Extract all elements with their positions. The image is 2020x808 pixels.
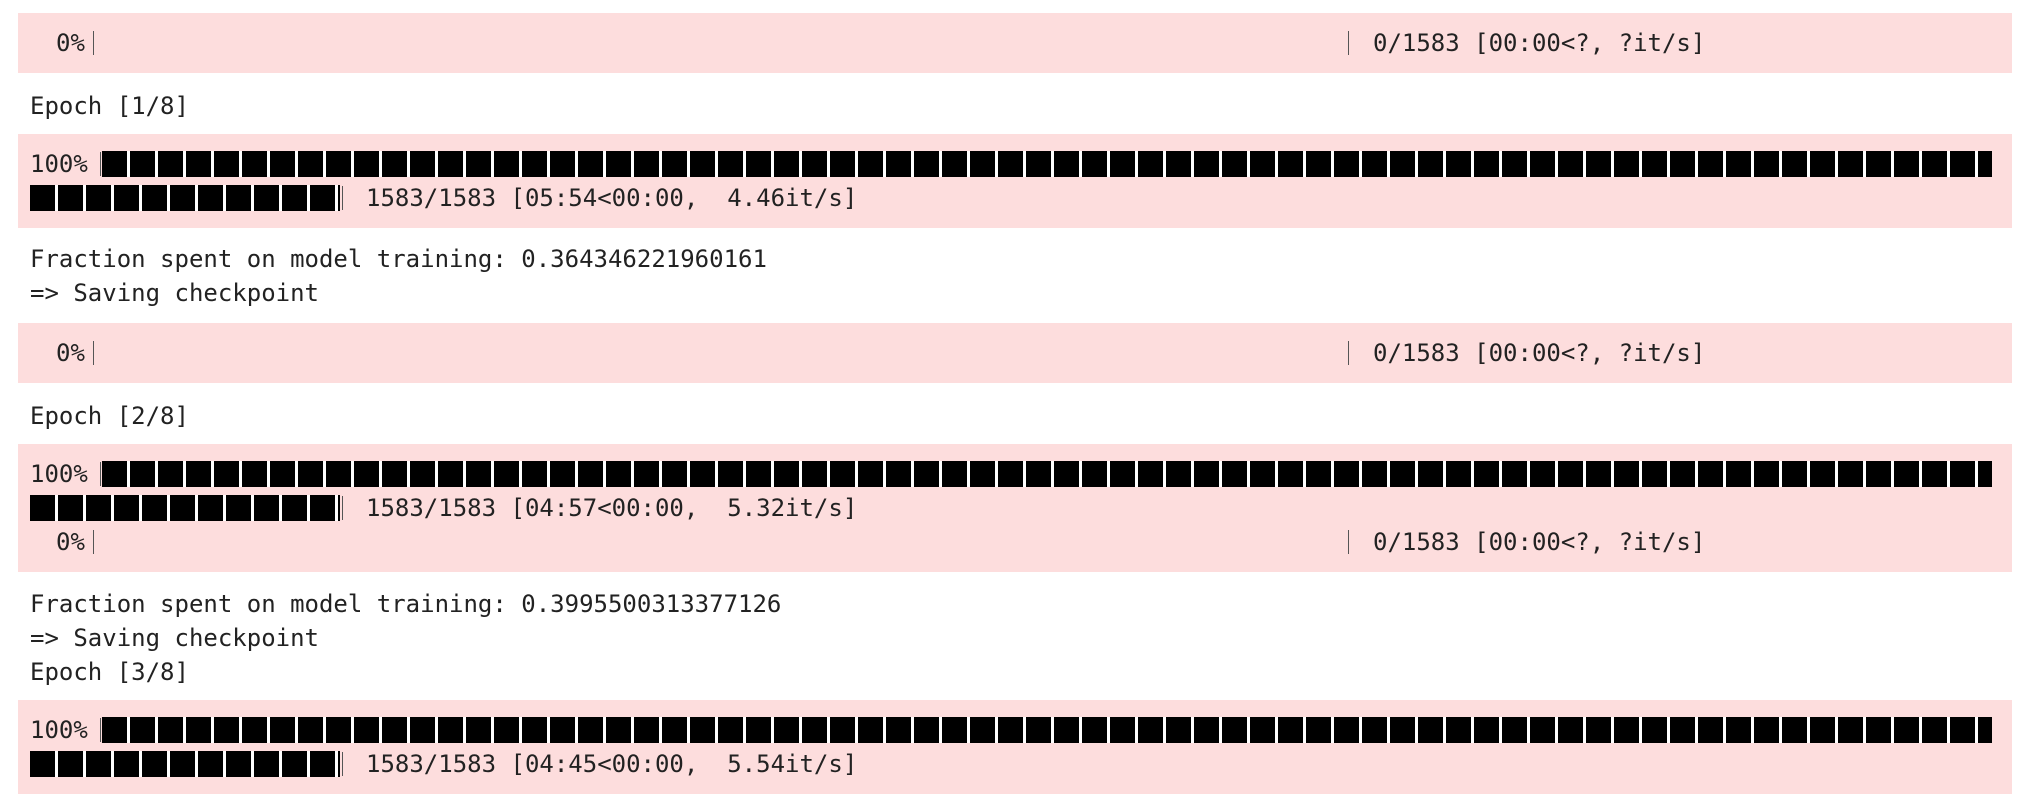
progress-bar-edge bbox=[342, 496, 343, 520]
progress-bar: 100% bbox=[18, 713, 2012, 747]
stdout-line: => Saving checkpoint bbox=[30, 624, 319, 652]
notebook-output: 0% 0/1583 [00:00<?, ?it/s] Epoch [1/8] 1… bbox=[0, 0, 2020, 808]
progress-bar-edge bbox=[100, 718, 101, 742]
stdout-line: Fraction spent on model training: 0.3643… bbox=[30, 245, 767, 273]
stderr-output: 0% 0/1583 [00:00<?, ?it/s] bbox=[18, 323, 2012, 383]
stdout-line: Epoch [2/8] bbox=[30, 402, 189, 430]
stderr-output: 100% 1583/1583 [04:45<00:00, 5.54it/s] bbox=[18, 700, 2012, 794]
progress-percent: 0% bbox=[56, 528, 85, 556]
progress-bar-edge bbox=[1348, 31, 1349, 55]
progress-bar-edge bbox=[100, 152, 101, 176]
stdout-line: Epoch [3/8] bbox=[30, 658, 189, 686]
progress-percent: 100% bbox=[30, 716, 88, 744]
progress-bar-wrap: 1583/1583 [05:54<00:00, 4.46it/s] bbox=[18, 181, 2012, 215]
stdout-line: Fraction spent on model training: 0.3995… bbox=[30, 590, 782, 618]
progress-bar: 0% 0/1583 [00:00<?, ?it/s] bbox=[18, 26, 2012, 60]
progress-bar-edge bbox=[342, 752, 343, 776]
progress-bar-wrap: 1583/1583 [04:57<00:00, 5.32it/s] bbox=[18, 491, 2012, 525]
progress-bar: 0% 0/1583 [00:00<?, ?it/s] bbox=[18, 336, 2012, 370]
progress-bar-wrap: 1583/1583 [04:45<00:00, 5.54it/s] bbox=[18, 747, 2012, 781]
progress-bar-fill bbox=[102, 151, 1992, 177]
stderr-output: 0% 0/1583 [00:00<?, ?it/s] bbox=[18, 13, 2012, 73]
progress-bar-edge bbox=[1348, 530, 1349, 554]
progress-percent: 0% bbox=[56, 339, 85, 367]
progress-bar-fill bbox=[102, 461, 1992, 487]
progress-bar-edge bbox=[93, 341, 94, 365]
progress-stats: 1583/1583 [05:54<00:00, 4.46it/s] bbox=[366, 184, 858, 212]
progress-bar-fill bbox=[30, 751, 340, 777]
progress-bar-edge bbox=[342, 186, 343, 210]
progress-bar-edge bbox=[93, 530, 94, 554]
progress-bar-edge bbox=[93, 31, 94, 55]
progress-bar-fill bbox=[30, 495, 340, 521]
stderr-output: 100% 1583/1583 [05:54<00:00, 4.46it/s] bbox=[18, 134, 2012, 228]
stderr-output: 100% 1583/1583 [04:57<00:00, 5.32it/s] 0… bbox=[18, 444, 2012, 572]
progress-stats: 1583/1583 [04:57<00:00, 5.32it/s] bbox=[366, 494, 858, 522]
progress-percent: 100% bbox=[30, 150, 88, 178]
progress-stats: 0/1583 [00:00<?, ?it/s] bbox=[1373, 528, 1706, 556]
progress-bar: 0% 0/1583 [00:00<?, ?it/s] bbox=[18, 525, 2012, 559]
stdout-line: Epoch [1/8] bbox=[30, 92, 189, 120]
progress-stats: 0/1583 [00:00<?, ?it/s] bbox=[1373, 29, 1706, 57]
progress-percent: 0% bbox=[56, 29, 85, 57]
progress-bar: 100% bbox=[18, 147, 2012, 181]
progress-stats: 1583/1583 [04:45<00:00, 5.54it/s] bbox=[366, 750, 858, 778]
progress-bar-edge bbox=[1348, 341, 1349, 365]
progress-bar-edge bbox=[100, 462, 101, 486]
progress-percent: 100% bbox=[30, 460, 88, 488]
stdout-line: => Saving checkpoint bbox=[30, 279, 319, 307]
progress-stats: 0/1583 [00:00<?, ?it/s] bbox=[1373, 339, 1706, 367]
progress-bar-fill bbox=[102, 717, 1992, 743]
progress-bar: 100% bbox=[18, 457, 2012, 491]
progress-bar-fill bbox=[30, 185, 340, 211]
